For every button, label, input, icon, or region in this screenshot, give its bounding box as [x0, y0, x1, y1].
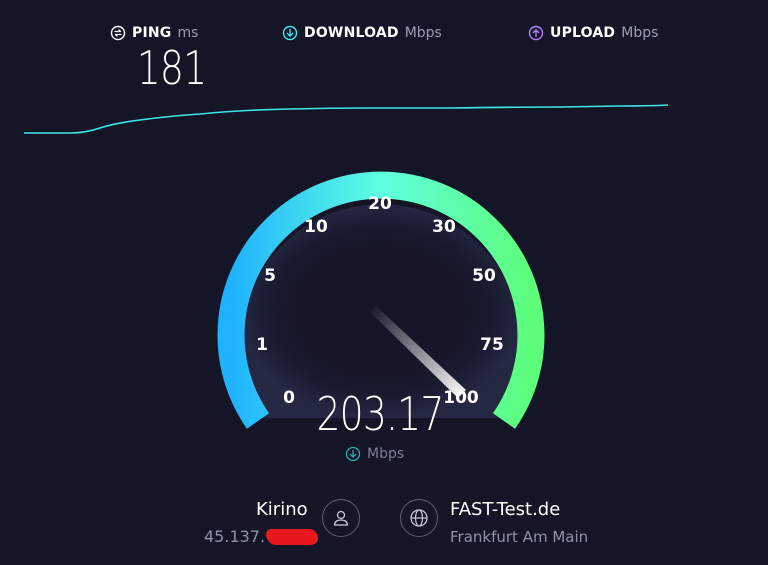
provider-name: Kirino — [256, 499, 308, 520]
provider-info: Kirino — [256, 498, 308, 522]
change-provider-button[interactable] — [322, 499, 360, 537]
server-location: Frankfurt Am Main — [450, 528, 589, 546]
speedtest-result-page: PING ms DOWNLOAD Mbps UPLOAD Mbps 181 0 … — [0, 0, 768, 565]
tick-label-50: 50 — [472, 266, 496, 286]
speed-unit-label: Mbps — [367, 446, 405, 462]
current-speed-value: 203.17 — [316, 387, 444, 441]
tick-label-0: 0 — [283, 388, 295, 408]
tick-label-10: 10 — [304, 217, 328, 237]
download-arrow-icon — [345, 446, 361, 462]
provider-ip: 45.137. — [204, 527, 319, 546]
server-name[interactable]: FAST-Test.de — [450, 498, 560, 522]
change-server-button[interactable] — [400, 499, 438, 537]
tick-label-100: 100 — [443, 388, 479, 408]
globe-icon — [410, 509, 428, 527]
tick-label-5: 5 — [264, 266, 276, 286]
ip-redaction-mark — [266, 528, 319, 545]
tick-label-30: 30 — [432, 217, 456, 237]
tick-label-1: 1 — [256, 335, 268, 355]
current-speed-unit: Mbps — [345, 446, 404, 462]
provider-ip-text: 45.137. — [204, 527, 266, 546]
speed-gauge: 0 1 5 10 20 30 50 75 100 — [217, 171, 545, 429]
tick-label-75: 75 — [480, 335, 504, 355]
user-icon — [333, 510, 349, 526]
tick-label-20: 20 — [368, 194, 392, 214]
